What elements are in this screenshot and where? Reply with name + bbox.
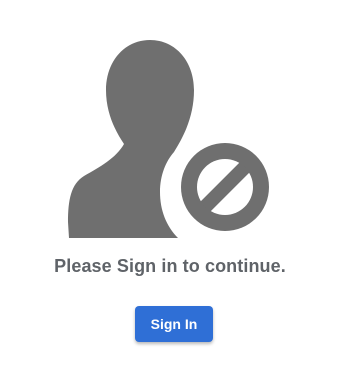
user-blocked-illustration [68, 40, 280, 240]
signin-required-page: Please Sign in to continue. Sign In [0, 0, 340, 368]
signin-message: Please Sign in to continue. [54, 256, 286, 276]
blocked-icon [181, 143, 269, 231]
sign-in-button[interactable]: Sign In [135, 306, 213, 342]
